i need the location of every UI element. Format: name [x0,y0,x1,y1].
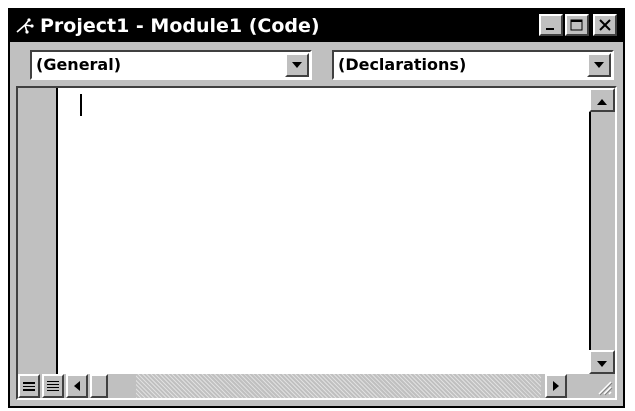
full-module-view-icon [46,377,60,396]
code-window: Project1 - Module1 (Code) (General) (Dec… [8,8,625,408]
scroll-right-icon [552,377,560,396]
full-module-view-button[interactable] [42,374,64,398]
scroll-up-icon [596,91,608,110]
window-title: Project1 - Module1 (Code) [40,15,320,37]
chevron-down-icon [291,61,303,69]
scroll-up-button[interactable] [589,88,615,112]
procedure-dropdown-value: (Declarations) [338,55,467,74]
scroll-down-button[interactable] [589,350,615,374]
horizontal-scroll-thumb[interactable] [90,374,108,398]
resize-grip[interactable] [589,374,615,398]
scroll-right-button[interactable] [545,374,567,398]
margin-indicator-bar[interactable] [18,88,58,374]
scroll-left-icon [73,377,81,396]
procedure-view-icon [22,377,36,396]
text-cursor [80,94,82,116]
procedure-dropdown[interactable]: (Declarations) [332,50,614,80]
horizontal-scroll-track[interactable] [136,374,541,398]
procedure-dropdown-button[interactable] [587,53,611,77]
object-dropdown-button[interactable] [285,53,309,77]
maximize-icon [570,16,584,35]
code-text-area[interactable] [58,88,589,374]
procedure-view-button[interactable] [18,374,40,398]
code-editor[interactable] [16,86,617,400]
resize-grip-icon [589,381,613,400]
object-dropdown-value: (General) [36,55,122,74]
close-icon [599,16,611,35]
minimize-button[interactable] [539,14,563,36]
horizontal-scrollbar[interactable] [18,374,615,398]
maximize-button[interactable] [565,14,589,36]
scroll-down-icon [596,353,608,372]
close-button[interactable] [593,14,617,36]
title-bar[interactable]: Project1 - Module1 (Code) [10,10,623,42]
scroll-left-button[interactable] [66,374,88,398]
chevron-down-icon [593,61,605,69]
object-dropdown[interactable]: (General) [30,50,312,80]
vertical-scrollbar[interactable] [589,88,615,374]
vertical-scroll-track[interactable] [589,112,615,350]
minimize-icon [545,16,557,35]
project-code-icon[interactable] [10,10,40,42]
